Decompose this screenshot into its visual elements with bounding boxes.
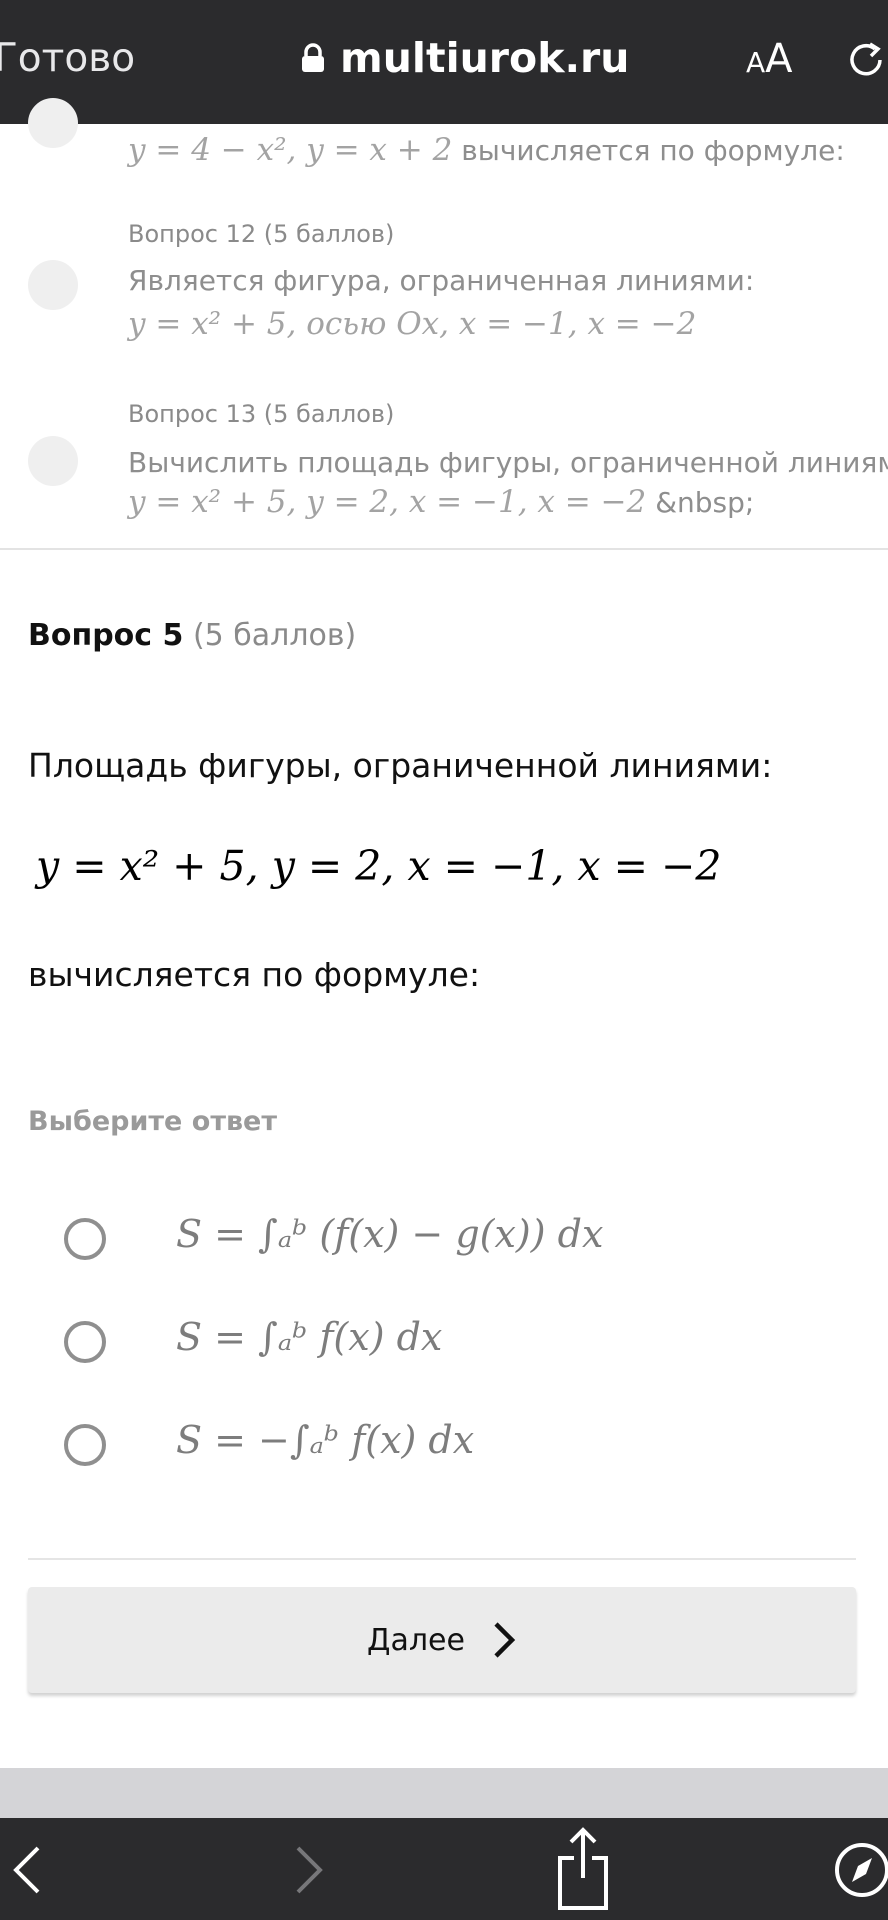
url-text: multiurok.ru	[340, 34, 630, 82]
lock-icon	[302, 43, 324, 72]
browser-top-bar: Готово multiurok.ru AA	[0, 0, 888, 124]
compass-icon[interactable]	[832, 1840, 888, 1900]
q12-meta: Вопрос 12 (5 баллов)	[128, 220, 395, 248]
choose-answer-label: Выберите ответ	[28, 1106, 278, 1137]
forward-icon[interactable]	[292, 1844, 326, 1896]
answer-option[interactable]: S = ∫ₐᵇ (f(x) − g(x)) dx	[64, 1212, 824, 1282]
question-number: Вопрос 5	[28, 618, 184, 653]
q12-formula: y = x² + 5, осью Ox, x = −1, x = −2	[128, 306, 697, 342]
reload-icon[interactable]	[848, 36, 888, 84]
question-header: Вопрос 5 (5 баллов)	[28, 618, 356, 653]
option-formula: S = −∫ₐᵇ f(x) dx	[176, 1418, 475, 1462]
q13-meta: Вопрос 13 (5 баллов)	[128, 400, 395, 428]
q12-text[interactable]: Является фигура, ограниченная линиями:	[128, 264, 754, 297]
radio-button[interactable]	[64, 1218, 106, 1260]
q13-text[interactable]: Вычислить площадь фигуры, ограниченной л…	[128, 446, 888, 479]
done-button[interactable]: Готово	[0, 36, 135, 81]
question-status-circle[interactable]	[28, 436, 78, 486]
next-button[interactable]: Далее	[28, 1587, 856, 1693]
share-icon[interactable]	[556, 1826, 610, 1912]
answer-option[interactable]: S = ∫ₐᵇ f(x) dx	[64, 1315, 824, 1385]
option-formula: S = ∫ₐᵇ (f(x) − g(x)) dx	[176, 1212, 604, 1256]
back-icon[interactable]	[10, 1844, 44, 1896]
answer-option[interactable]: S = −∫ₐᵇ f(x) dx	[64, 1418, 824, 1488]
page-bottom-strip	[0, 1768, 888, 1818]
browser-bottom-toolbar	[0, 1818, 888, 1920]
option-formula: S = ∫ₐᵇ f(x) dx	[176, 1315, 443, 1359]
question-text-continuation: вычисляется по формуле:	[28, 955, 481, 994]
q13-formula: y = x² + 5, y = 2, x = −1, x = −2 &nbsp;	[128, 484, 755, 520]
question-points: (5 баллов)	[192, 618, 357, 653]
radio-button[interactable]	[64, 1321, 106, 1363]
question-text: Площадь фигуры, ограниченной линиями:	[28, 746, 773, 785]
question-status-circle[interactable]	[28, 98, 78, 148]
question-status-circle[interactable]	[28, 260, 78, 310]
chevron-right-icon	[494, 1622, 516, 1658]
question-navigator-list: y = 4 − x², y = x + 2 вычисляется по фор…	[0, 98, 888, 550]
text-size-button[interactable]: AA	[746, 36, 793, 82]
address-bar[interactable]: multiurok.ru	[300, 34, 629, 82]
radio-button[interactable]	[64, 1424, 106, 1466]
question-formula: y = x² + 5, y = 2, x = −1, x = −2	[36, 842, 722, 890]
q11-formula-line: y = 4 − x², y = x + 2 вычисляется по фор…	[128, 132, 845, 168]
next-button-label: Далее	[367, 1622, 465, 1658]
divider	[28, 1558, 856, 1560]
